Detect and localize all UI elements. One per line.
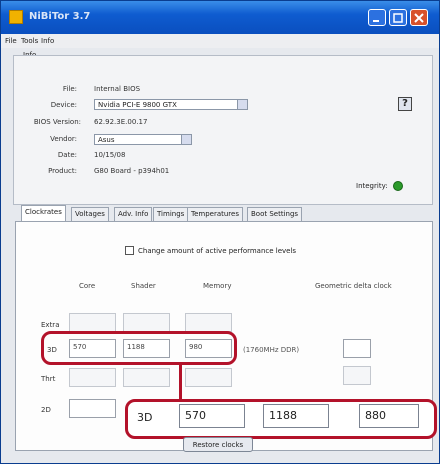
- tab-boot-settings[interactable]: Boot Settings: [247, 207, 303, 221]
- extra-memory-input[interactable]: [185, 313, 232, 332]
- date-label: Date:: [57, 151, 77, 159]
- window-title: NiBiTor 3.7: [29, 11, 91, 22]
- row-label-thrt: Thrt: [41, 375, 56, 383]
- product-label: Product:: [48, 167, 77, 175]
- app-icon: [9, 10, 23, 24]
- tab-timings[interactable]: Timings: [153, 207, 189, 221]
- tab-temperatures[interactable]: Temperatures: [187, 207, 243, 221]
- zoom-shader-input[interactable]: 1188: [263, 404, 329, 428]
- device-select[interactable]: Nvidia PCI-E 9800 GTX: [94, 99, 248, 110]
- file-label: File:: [62, 85, 77, 93]
- menu-info[interactable]: Info: [41, 37, 54, 45]
- row-3d-highlight: [41, 331, 237, 365]
- app-window: NiBiTor 3.7 File Tools Info Info File: I…: [0, 0, 440, 464]
- 2d-core-input[interactable]: [69, 399, 116, 418]
- callout-connector: [179, 363, 182, 403]
- tab-adv-info[interactable]: Adv. Info: [114, 207, 153, 221]
- column-memory: Memory: [203, 282, 232, 290]
- column-core: Core: [79, 282, 96, 290]
- tab-clockrates[interactable]: Clockrates: [21, 205, 66, 221]
- close-button[interactable]: [410, 9, 428, 26]
- performance-levels-checkbox[interactable]: [125, 246, 134, 255]
- file-value: Internal BIOS: [94, 85, 141, 93]
- 3d-geometric-input[interactable]: [343, 339, 371, 358]
- bios-version-value: 62.92.3E.00.17: [94, 118, 148, 126]
- bios-version-label: BIOS Version:: [33, 118, 81, 126]
- date-value: 10/15/08: [94, 151, 126, 159]
- vendor-select[interactable]: Asus: [94, 134, 192, 145]
- close-icon: [414, 13, 424, 23]
- row-label-extra: Extra: [41, 321, 60, 329]
- thrt-core-input[interactable]: [69, 368, 116, 387]
- 3d-memory-note: (1760MHz DDR): [243, 346, 300, 354]
- integrity-label: Integrity:: [356, 182, 388, 190]
- maximize-button[interactable]: [389, 9, 407, 26]
- zoom-row-label: 3D: [137, 411, 153, 424]
- help-button[interactable]: ?: [398, 97, 412, 111]
- chevron-down-icon: [237, 100, 247, 109]
- menu-tools[interactable]: Tools: [21, 37, 38, 45]
- column-shader: Shader: [131, 282, 156, 290]
- device-label: Device:: [50, 101, 77, 109]
- title-bar: NiBiTor 3.7: [1, 1, 439, 34]
- product-value: G80 Board - p394h01: [94, 167, 170, 175]
- minimize-button[interactable]: [368, 9, 386, 26]
- chevron-down-icon: [181, 135, 191, 144]
- thrt-shader-input[interactable]: [123, 368, 170, 387]
- extra-core-input[interactable]: [69, 313, 116, 332]
- vendor-label: Vendor:: [50, 135, 77, 143]
- zoom-core-input[interactable]: 570: [179, 404, 245, 428]
- performance-levels-label: Change amount of active performance leve…: [138, 247, 297, 255]
- row-label-2d: 2D: [41, 406, 51, 414]
- tab-voltages[interactable]: Voltages: [71, 207, 109, 221]
- thrt-geometric-input[interactable]: [343, 366, 371, 385]
- zoom-memory-input[interactable]: 880: [359, 404, 419, 428]
- extra-shader-input[interactable]: [123, 313, 170, 332]
- menu-bar: File Tools Info: [1, 34, 439, 48]
- integrity-status-icon: [393, 181, 403, 191]
- thrt-memory-input[interactable]: [185, 368, 232, 387]
- menu-file[interactable]: File: [5, 37, 17, 45]
- maximize-icon: [393, 13, 403, 23]
- column-geometric-delta: Geometric delta clock: [315, 282, 392, 290]
- minimize-icon: [373, 20, 379, 22]
- restore-clocks-button[interactable]: Restore clocks: [183, 437, 253, 452]
